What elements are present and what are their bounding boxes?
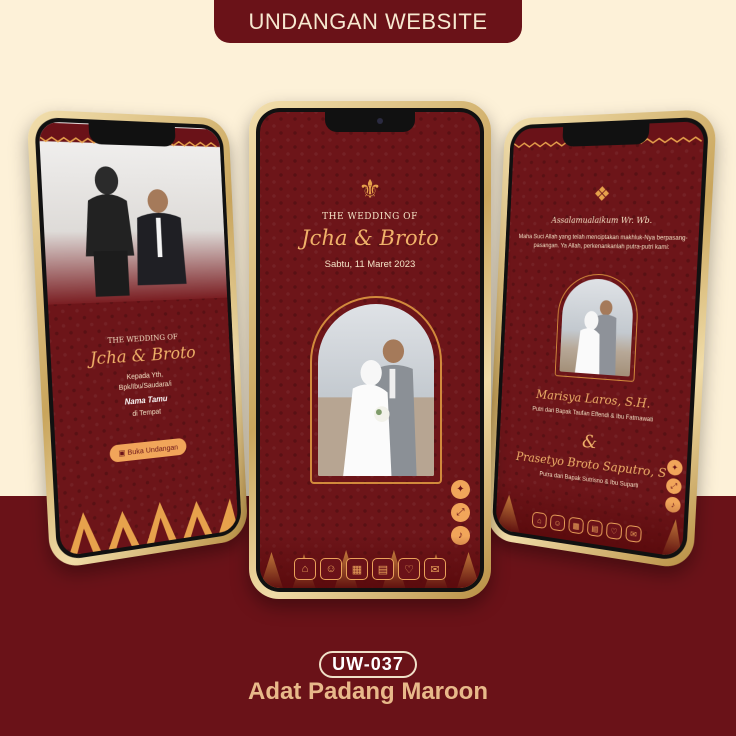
bride-photo-frame (554, 272, 640, 383)
product-name: Adat Padang Maroon (247, 678, 488, 705)
calendar-icon[interactable]: ▦ (346, 558, 368, 580)
phone-notch (562, 123, 650, 147)
phone-notch (325, 112, 415, 132)
couple-icon[interactable]: ☺ (549, 513, 566, 532)
gift-icon[interactable]: ✦ (451, 480, 470, 499)
product-code-badge: UW-037 (319, 651, 417, 678)
left-phone-screen: THE WEDDING OF Jcha & Broto Kepada Yth. … (38, 121, 239, 557)
ornament-icon: ❖ (592, 183, 612, 206)
expand-icon[interactable]: ⤢ (451, 503, 470, 522)
chat-icon[interactable]: ✉ (424, 558, 446, 580)
heart-icon[interactable]: ♡ (398, 558, 420, 580)
center-phone-mockup: ⚜ THE WEDDING OF Jcha & Broto Sabtu, 11 … (249, 101, 491, 599)
the-wedding-of-label: THE WEDDING OF (322, 212, 418, 222)
couple-photo (38, 121, 228, 305)
couple-photo (318, 304, 434, 476)
header-title: UNDANGAN WEBSITE (214, 0, 522, 43)
clipboard-icon[interactable]: ▤ (586, 519, 603, 538)
right-phone-screen: ❖ Assalamualaikum Wr. Wb. Maha Suci Alla… (495, 121, 705, 558)
phone-notch (88, 123, 176, 147)
chat-icon[interactable]: ✉ (625, 524, 642, 544)
couple-icon[interactable]: ☺ (320, 558, 342, 580)
gift-icon[interactable]: ✦ (666, 459, 683, 477)
couple-photo (559, 278, 635, 377)
greeting: Assalamualaikum Wr. Wb. (551, 215, 653, 226)
left-phone-mockup: THE WEDDING OF Jcha & Broto Kepada Yth. … (26, 109, 249, 570)
expand-icon[interactable]: ⤢ (665, 477, 682, 495)
ornament-icon: ⚜ (358, 174, 382, 204)
heart-icon[interactable]: ♡ (605, 521, 623, 541)
calendar-icon[interactable]: ▦ (568, 516, 584, 535)
verse-text: Maha Suci Allah yang telah menciptakan m… (518, 234, 688, 252)
photo-arch-frame (310, 296, 442, 484)
camera-icon (377, 118, 383, 124)
clipboard-icon[interactable]: ▤ (372, 558, 394, 580)
right-phone-mockup: ❖ Assalamualaikum Wr. Wb. Maha Suci Alla… (485, 108, 717, 571)
home-icon[interactable]: ⌂ (294, 558, 316, 580)
bottom-navigation: ⌂ ☺ ▦ ▤ ♡ ✉ (260, 536, 480, 588)
wedding-date: Sabtu, 11 Maret 2023 (324, 259, 416, 270)
open-invitation-button[interactable]: ▣ Buka Undangan (109, 437, 187, 463)
center-phone-screen: ⚜ THE WEDDING OF Jcha & Broto Sabtu, 11 … (260, 112, 480, 588)
couple-names: Jcha & Broto (301, 226, 439, 250)
open-invitation-label: Buka Undangan (127, 442, 179, 457)
home-icon[interactable]: ⌂ (531, 511, 547, 530)
